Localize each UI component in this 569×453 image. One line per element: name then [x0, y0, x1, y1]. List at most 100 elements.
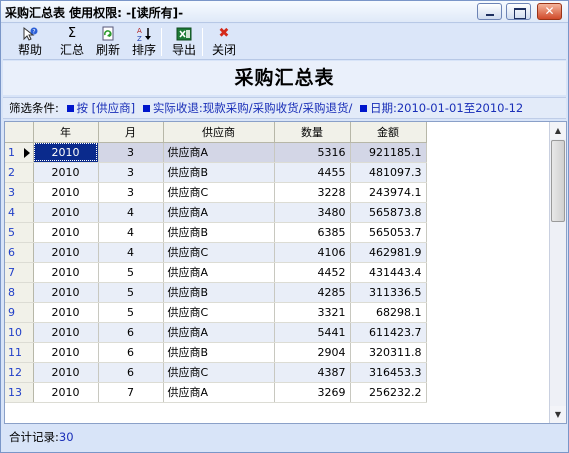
close-button[interactable]: ✖ 关闭	[209, 24, 239, 60]
toolbar-separator	[202, 28, 203, 56]
cell-amount[interactable]: 481097.3	[350, 162, 427, 183]
cell-quantity[interactable]: 4452	[274, 262, 351, 283]
cell-amount[interactable]: 921185.1	[350, 142, 427, 163]
cell-supplier[interactable]: 供应商B	[163, 282, 275, 303]
export-button[interactable]: 导出	[169, 24, 199, 60]
refresh-button[interactable]: 刷新	[93, 24, 123, 60]
cell-year[interactable]: 2010	[33, 242, 99, 263]
cell-amount[interactable]: 316453.3	[350, 362, 427, 383]
table-row[interactable]: 13 2010 7 供应商A 3269 256232.2	[5, 382, 427, 403]
cell-month[interactable]: 6	[98, 362, 164, 383]
cell-quantity[interactable]: 2904	[274, 342, 351, 363]
cell-supplier[interactable]: 供应商C	[163, 362, 275, 383]
cell-amount[interactable]: 431443.4	[350, 262, 427, 283]
cell-year[interactable]: 2010	[33, 322, 99, 343]
column-header-amount[interactable]: 金额	[350, 122, 427, 143]
cell-month[interactable]: 7	[98, 382, 164, 403]
cell-quantity[interactable]: 6385	[274, 222, 351, 243]
table-row[interactable]: 5 2010 4 供应商B 6385 565053.7	[5, 222, 427, 243]
cell-year[interactable]: 2010	[33, 282, 99, 303]
table-row[interactable]: 3 2010 3 供应商C 3228 243974.1	[5, 182, 427, 203]
cell-month[interactable]: 3	[98, 182, 164, 203]
cell-supplier[interactable]: 供应商A	[163, 142, 275, 163]
cell-year[interactable]: 2010	[33, 382, 99, 403]
cell-quantity[interactable]: 3228	[274, 182, 351, 203]
cell-quantity[interactable]: 5441	[274, 322, 351, 343]
cell-amount[interactable]: 320311.8	[350, 342, 427, 363]
cell-month[interactable]: 4	[98, 202, 164, 223]
cell-supplier[interactable]: 供应商A	[163, 202, 275, 223]
cell-year[interactable]: 2010	[33, 202, 99, 223]
column-header-year[interactable]: 年	[33, 122, 99, 143]
table-row[interactable]: 7 2010 5 供应商A 4452 431443.4	[5, 262, 427, 283]
summarize-button[interactable]: Σ 汇总	[57, 24, 87, 60]
cell-supplier[interactable]: 供应商C	[163, 302, 275, 323]
column-header-quantity[interactable]: 数量	[274, 122, 351, 143]
cell-amount[interactable]: 565053.7	[350, 222, 427, 243]
cell-supplier[interactable]: 供应商B	[163, 342, 275, 363]
sort-button[interactable]: AZ 排序	[129, 24, 159, 60]
minimize-button[interactable]	[477, 3, 502, 20]
cell-amount[interactable]: 311336.5	[350, 282, 427, 303]
cell-month[interactable]: 5	[98, 282, 164, 303]
cell-year[interactable]: 2010	[33, 142, 99, 163]
cell-quantity[interactable]: 4387	[274, 362, 351, 383]
filter-supplier: 按 [供应商]	[76, 101, 136, 115]
cell-month[interactable]: 3	[98, 142, 164, 163]
table-row[interactable]: 10 2010 6 供应商A 5441 611423.7	[5, 322, 427, 343]
help-button[interactable]: ? 帮助	[15, 24, 45, 60]
vertical-scrollbar[interactable]: ▲ ▼	[549, 122, 566, 423]
cell-amount[interactable]: 565873.8	[350, 202, 427, 223]
cell-amount[interactable]: 256232.2	[350, 382, 427, 403]
close-window-button[interactable]: ✕	[537, 3, 562, 20]
cell-month[interactable]: 6	[98, 322, 164, 343]
table-row[interactable]: 6 2010 4 供应商C 4106 462981.9	[5, 242, 427, 263]
column-header-supplier[interactable]: 供应商	[163, 122, 275, 143]
cell-amount[interactable]: 462981.9	[350, 242, 427, 263]
table-row[interactable]: 1 2010 3 供应商A 5316 921185.1	[5, 142, 427, 163]
cell-quantity[interactable]: 4455	[274, 162, 351, 183]
cell-amount[interactable]: 243974.1	[350, 182, 427, 203]
cell-quantity[interactable]: 5316	[274, 142, 351, 163]
cell-month[interactable]: 4	[98, 222, 164, 243]
cell-supplier[interactable]: 供应商B	[163, 162, 275, 183]
cell-month[interactable]: 5	[98, 262, 164, 283]
row-number-header	[5, 122, 34, 143]
cell-supplier[interactable]: 供应商C	[163, 242, 275, 263]
table-row[interactable]: 4 2010 4 供应商A 3480 565873.8	[5, 202, 427, 223]
cell-quantity[interactable]: 4106	[274, 242, 351, 263]
cell-year[interactable]: 2010	[33, 162, 99, 183]
table-row[interactable]: 8 2010 5 供应商B 4285 311336.5	[5, 282, 427, 303]
cell-quantity[interactable]: 3321	[274, 302, 351, 323]
cell-amount[interactable]: 68298.1	[350, 302, 427, 323]
summary-table[interactable]: 年 月 供应商 数量 金额 1 2010 3 供应商A 5316 921185.…	[4, 121, 567, 424]
scroll-up-button[interactable]: ▲	[550, 122, 566, 139]
cell-year[interactable]: 2010	[33, 222, 99, 243]
scrollbar-thumb[interactable]	[551, 140, 565, 222]
scroll-down-button[interactable]: ▼	[550, 406, 566, 423]
table-row[interactable]: 11 2010 6 供应商B 2904 320311.8	[5, 342, 427, 363]
cell-supplier[interactable]: 供应商A	[163, 262, 275, 283]
maximize-button[interactable]	[506, 3, 531, 20]
cell-year[interactable]: 2010	[33, 362, 99, 383]
table-row[interactable]: 12 2010 6 供应商C 4387 316453.3	[5, 362, 427, 383]
table-row[interactable]: 9 2010 5 供应商C 3321 68298.1	[5, 302, 427, 323]
cell-month[interactable]: 4	[98, 242, 164, 263]
cell-quantity[interactable]: 3269	[274, 382, 351, 403]
cell-month[interactable]: 6	[98, 342, 164, 363]
cell-supplier[interactable]: 供应商B	[163, 222, 275, 243]
cell-supplier[interactable]: 供应商A	[163, 322, 275, 343]
cell-month[interactable]: 5	[98, 302, 164, 323]
table-row[interactable]: 2 2010 3 供应商B 4455 481097.3	[5, 162, 427, 183]
cell-supplier[interactable]: 供应商C	[163, 182, 275, 203]
cell-amount[interactable]: 611423.7	[350, 322, 427, 343]
cell-year[interactable]: 2010	[33, 182, 99, 203]
cell-year[interactable]: 2010	[33, 342, 99, 363]
column-header-month[interactable]: 月	[98, 122, 164, 143]
cell-quantity[interactable]: 3480	[274, 202, 351, 223]
cell-quantity[interactable]: 4285	[274, 282, 351, 303]
cell-supplier[interactable]: 供应商A	[163, 382, 275, 403]
cell-month[interactable]: 3	[98, 162, 164, 183]
cell-year[interactable]: 2010	[33, 302, 99, 323]
cell-year[interactable]: 2010	[33, 262, 99, 283]
